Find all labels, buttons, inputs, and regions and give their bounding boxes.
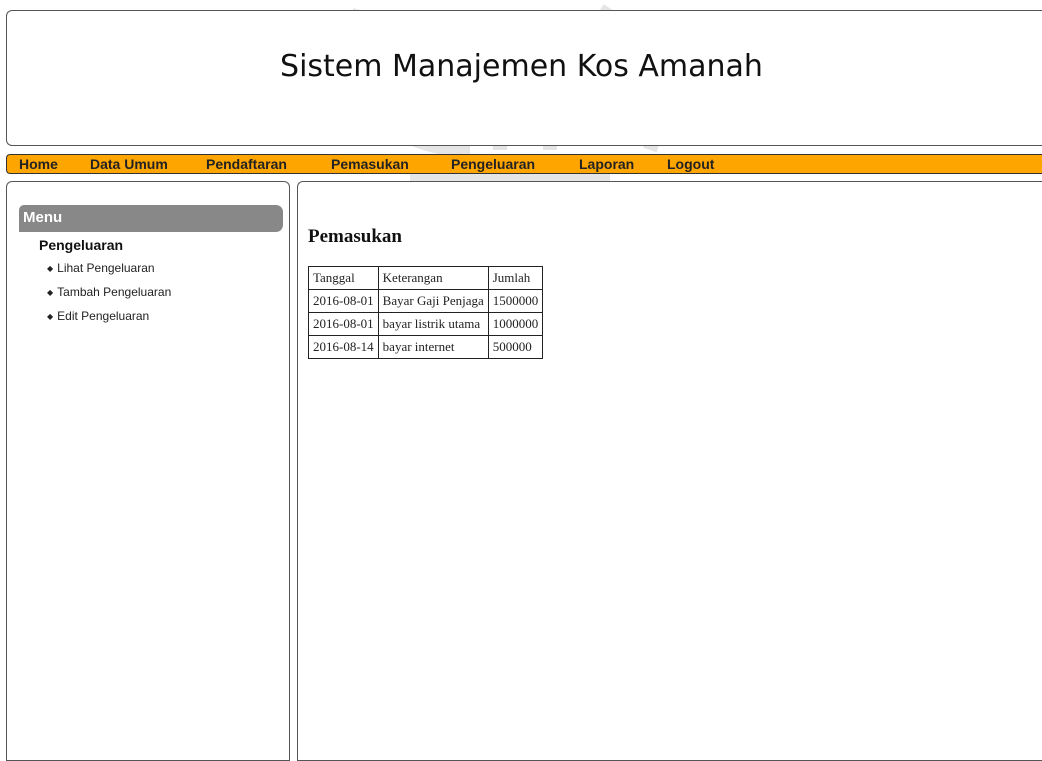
table-header-row: Tanggal Keterangan Jumlah <box>308 266 544 290</box>
nav-laporan[interactable]: Laporan <box>579 156 634 172</box>
bullet-icon: ◆ <box>47 264 54 273</box>
sidebar-item-tambah-pengeluaran[interactable]: ◆ Tambah Pengeluaran <box>47 285 171 309</box>
bullet-icon: ◆ <box>47 312 54 321</box>
sidebar-item-label: Edit Pengeluaran <box>57 309 150 323</box>
column-header-tanggal: Tanggal <box>308 266 379 290</box>
cell-jumlah: 500000 <box>487 335 544 359</box>
sidebar-item-edit-pengeluaran[interactable]: ◆ Edit Pengeluaran <box>47 309 171 333</box>
main-content: Pemasukan Tanggal Keterangan Jumlah 2016… <box>297 181 1042 761</box>
sidebar-menu-list: ◆ Lihat Pengeluaran ◆ Tambah Pengeluaran ◆… <box>47 261 171 333</box>
cell-keterangan: Bayar Gaji Penjaga <box>377 289 489 313</box>
sidebar: Menu Pengeluaran ◆ Lihat Pengeluaran ◆ Tam… <box>6 181 290 761</box>
bullet-icon: ◆ <box>47 288 54 297</box>
sidebar-item-label: Lihat Pengeluaran <box>57 261 155 275</box>
nav-home[interactable]: Home <box>19 156 58 172</box>
sidebar-item-label: Tambah Pengeluaran <box>57 285 172 299</box>
cell-keterangan: bayar internet <box>377 335 489 359</box>
cell-keterangan: bayar listrik utama <box>377 312 489 336</box>
site-header: Sistem Manajemen Kos Amanah <box>6 10 1042 146</box>
column-header-keterangan: Keterangan <box>377 266 489 290</box>
nav-pendaftaran[interactable]: Pendaftaran <box>206 156 287 172</box>
table-row: 2016-08-14 bayar internet 500000 <box>308 335 544 359</box>
site-title: Sistem Manajemen Kos Amanah <box>280 49 763 84</box>
pemasukan-table: Tanggal Keterangan Jumlah 2016-08-01 Bay… <box>308 266 544 359</box>
nav-pengeluaran[interactable]: Pengeluaran <box>451 156 535 172</box>
page-title: Pemasukan <box>308 226 402 247</box>
nav-pemasukan[interactable]: Pemasukan <box>331 156 409 172</box>
menu-header: Menu <box>19 205 283 232</box>
nav-data-umum[interactable]: Data Umum <box>90 156 168 172</box>
table-row: 2016-08-01 bayar listrik utama 1000000 <box>308 312 544 336</box>
table-row: 2016-08-01 Bayar Gaji Penjaga 1500000 <box>308 289 544 313</box>
sidebar-item-lihat-pengeluaran[interactable]: ◆ Lihat Pengeluaran <box>47 261 171 285</box>
nav-logout[interactable]: Logout <box>667 156 714 172</box>
menu-section-title: Pengeluaran <box>39 237 124 253</box>
cell-tanggal: 2016-08-01 <box>308 289 379 313</box>
cell-jumlah: 1500000 <box>487 289 544 313</box>
cell-tanggal: 2016-08-14 <box>308 335 379 359</box>
cell-jumlah: 1000000 <box>487 312 544 336</box>
main-navbar: Home Data Umum Pendaftaran Pemasukan Pen… <box>6 154 1042 174</box>
column-header-jumlah: Jumlah <box>487 266 544 290</box>
cell-tanggal: 2016-08-01 <box>308 312 379 336</box>
